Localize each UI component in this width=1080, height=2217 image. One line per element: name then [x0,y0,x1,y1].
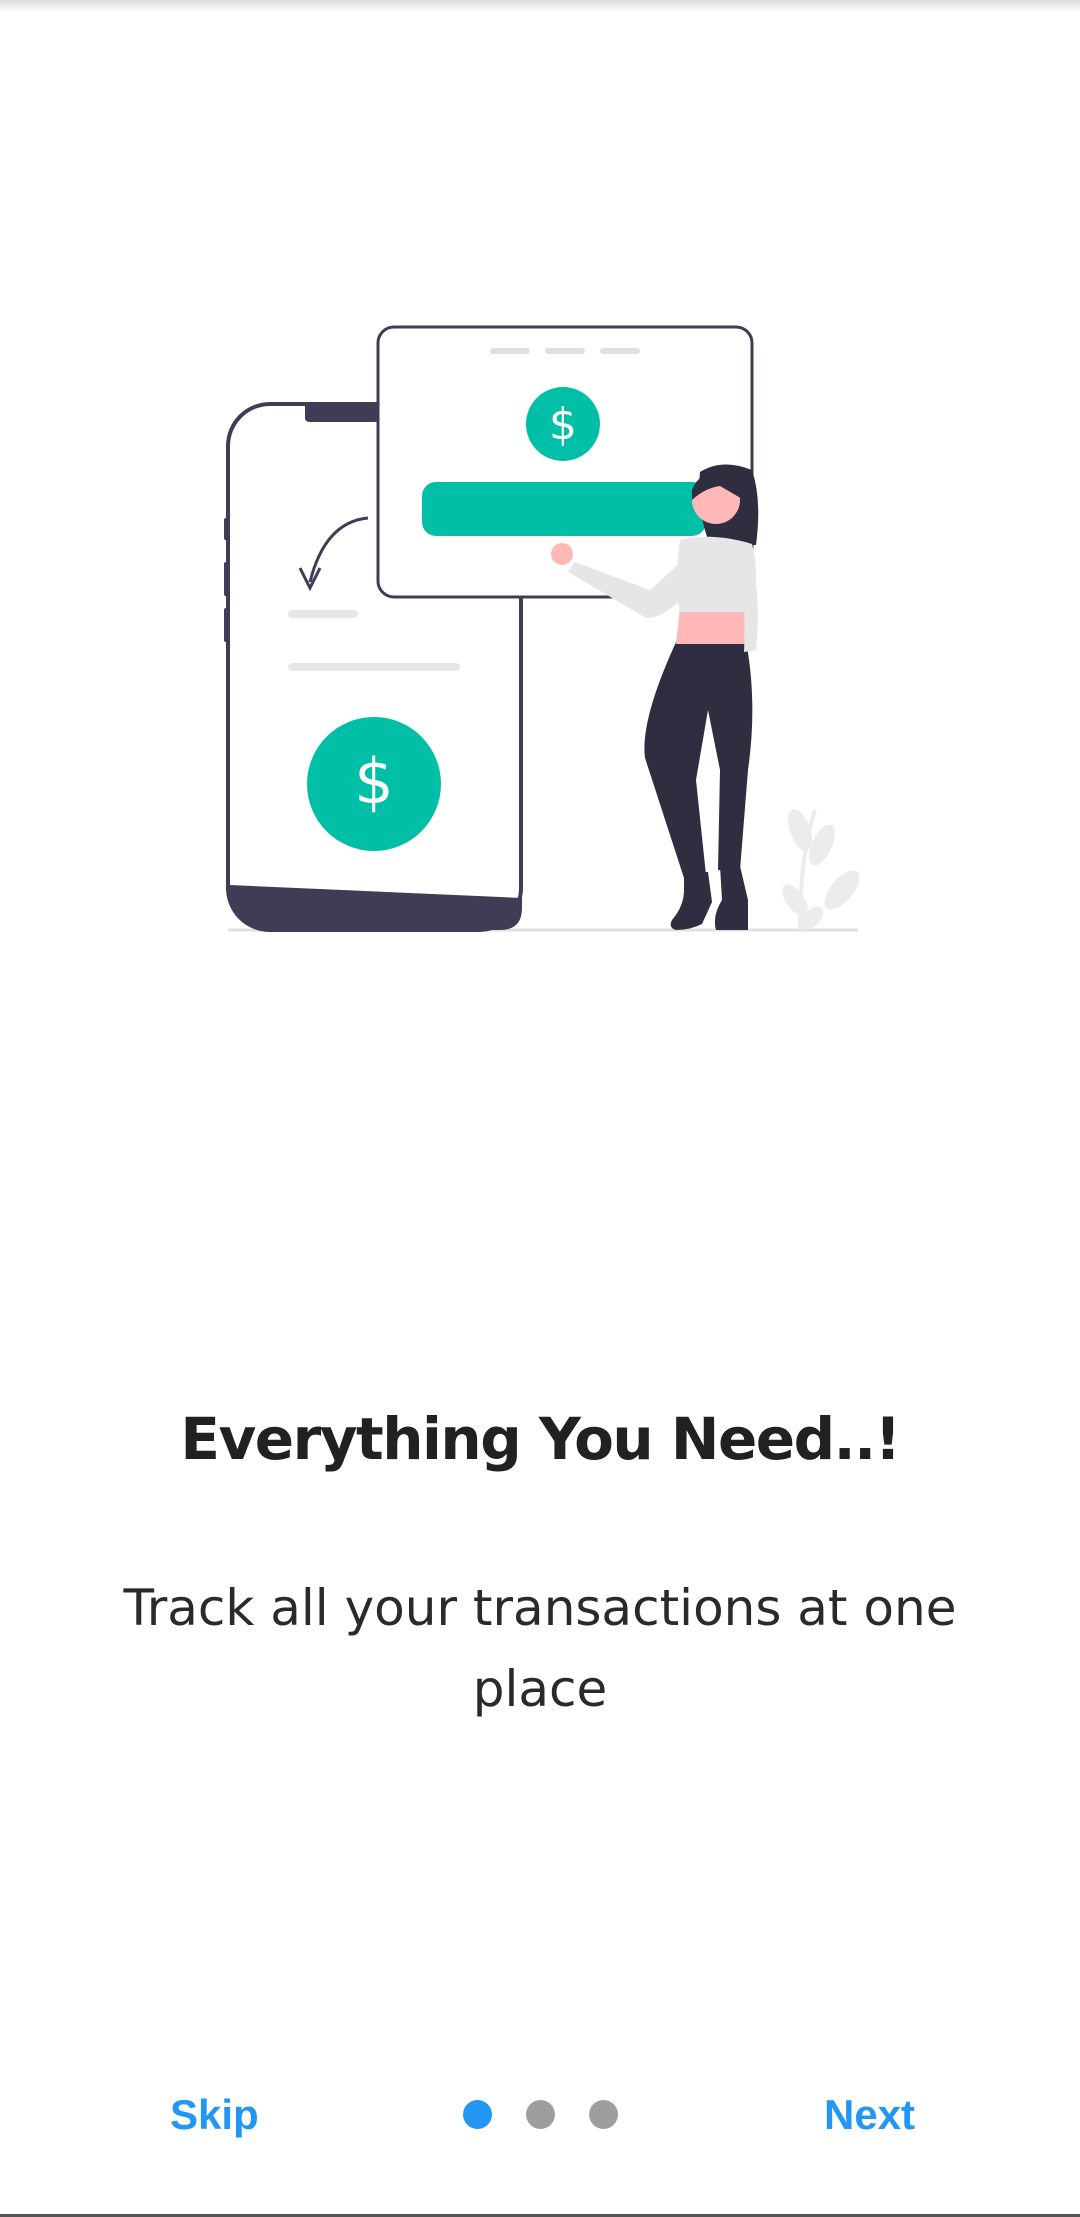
status-bar-shadow [0,0,1080,12]
skip-button[interactable]: Skip [170,2080,259,2150]
svg-text:$: $ [549,399,577,450]
page-dot-3[interactable] [589,2100,618,2129]
page-dot-1[interactable] [463,2100,492,2129]
next-button[interactable]: Next [824,2080,915,2150]
onboarding-navigation: Skip Next [0,2080,1080,2150]
payment-illustration: $ $ [224,325,860,932]
dollar-sign: $ [354,745,393,818]
page-dot-2[interactable] [526,2100,555,2129]
page-subtitle: Track all your transactions at one place [123,1579,957,1718]
page-title: Everything You Need..! [180,1405,901,1473]
plant-icon [782,809,860,931]
